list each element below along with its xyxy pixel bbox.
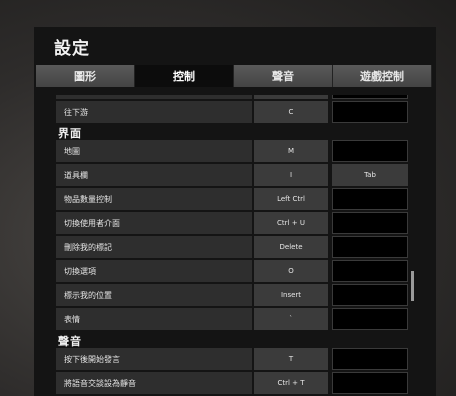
keybind-row-toggle-ui: 切換使用者介面 Ctrl + U [56,212,412,234]
keybind-row-inventory: 道具欄 I Tab [56,164,412,186]
keybind-label: 地圖 [56,140,252,162]
keybind-row-swim-down: 往下游 C [56,101,412,123]
primary-key-button[interactable]: C [254,101,328,123]
keybind-list: 往下游 C 界面 地圖 M 道具欄 I Tab 物品數量控制 Left Ctrl… [56,95,412,396]
primary-key-button[interactable]: M [254,140,328,162]
keybind-row-item-quantity: 物品數量控制 Left Ctrl [56,188,412,210]
settings-panel: 設定 圖形 控制 聲音 遊戲控制 往下游 C 界面 地圖 M 道具欄 I Tab… [34,27,436,396]
primary-key-button[interactable]: ` [254,308,328,330]
primary-key-button[interactable]: Ctrl + T [254,372,328,394]
primary-key-button[interactable]: Left Ctrl [254,188,328,210]
secondary-key-button[interactable] [332,260,408,282]
secondary-key-button[interactable]: Tab [332,164,408,186]
tab-graphics[interactable]: 圖形 [36,65,135,87]
primary-key-button[interactable]: I [254,164,328,186]
keybind-label: 按下後開始發言 [56,348,252,370]
secondary-key-button[interactable] [332,372,408,394]
secondary-key-button[interactable] [332,236,408,258]
tab-bar: 圖形 控制 聲音 遊戲控制 [36,65,432,87]
keybind-row-delete-marker: 刪除我的標記 Delete [56,236,412,258]
tab-controls[interactable]: 控制 [135,65,234,87]
secondary-key-button[interactable] [332,284,408,306]
secondary-key-button[interactable] [332,308,408,330]
keybind-row-mark-location: 標示我的位置 Insert [56,284,412,306]
primary-key-button[interactable]: Insert [254,284,328,306]
primary-key-button[interactable]: Ctrl + U [254,212,328,234]
tab-sound[interactable]: 聲音 [234,65,333,87]
primary-key-button[interactable]: T [254,348,328,370]
keybind-label: 刪除我的標記 [56,236,252,258]
keybind-label: 切換使用者介面 [56,212,252,234]
scrollbar-thumb[interactable] [411,271,414,301]
primary-key-button[interactable]: Delete [254,236,328,258]
keybind-label: 道具欄 [56,164,252,186]
section-title-sound: 聲音 [58,335,82,348]
tab-gameplay[interactable]: 遊戲控制 [333,65,432,87]
primary-key-button[interactable]: O [254,260,328,282]
secondary-key-button[interactable] [332,140,408,162]
section-title-interface: 界面 [58,127,82,140]
keybind-row-map: 地圖 M [56,140,412,162]
keybind-label: 將語音交談設為靜音 [56,372,252,394]
keybind-label: 物品數量控制 [56,188,252,210]
keybind-row-toggle-options: 切換選項 O [56,260,412,282]
secondary-key-button[interactable] [332,212,408,234]
keybind-row-emote: 表情 ` [56,308,412,330]
secondary-key-button[interactable] [332,348,408,370]
keybind-row-push-to-talk: 按下後開始發言 T [56,348,412,370]
keybind-label: 往下游 [56,101,252,123]
partial-row-top [56,95,412,99]
secondary-key-button[interactable] [332,188,408,210]
keybind-label: 表情 [56,308,252,330]
secondary-key-button[interactable] [332,101,408,123]
page-title: 設定 [54,38,90,59]
keybind-label: 切換選項 [56,260,252,282]
keybind-label: 標示我的位置 [56,284,252,306]
keybind-row-mute-voice: 將語音交談設為靜音 Ctrl + T [56,372,412,394]
